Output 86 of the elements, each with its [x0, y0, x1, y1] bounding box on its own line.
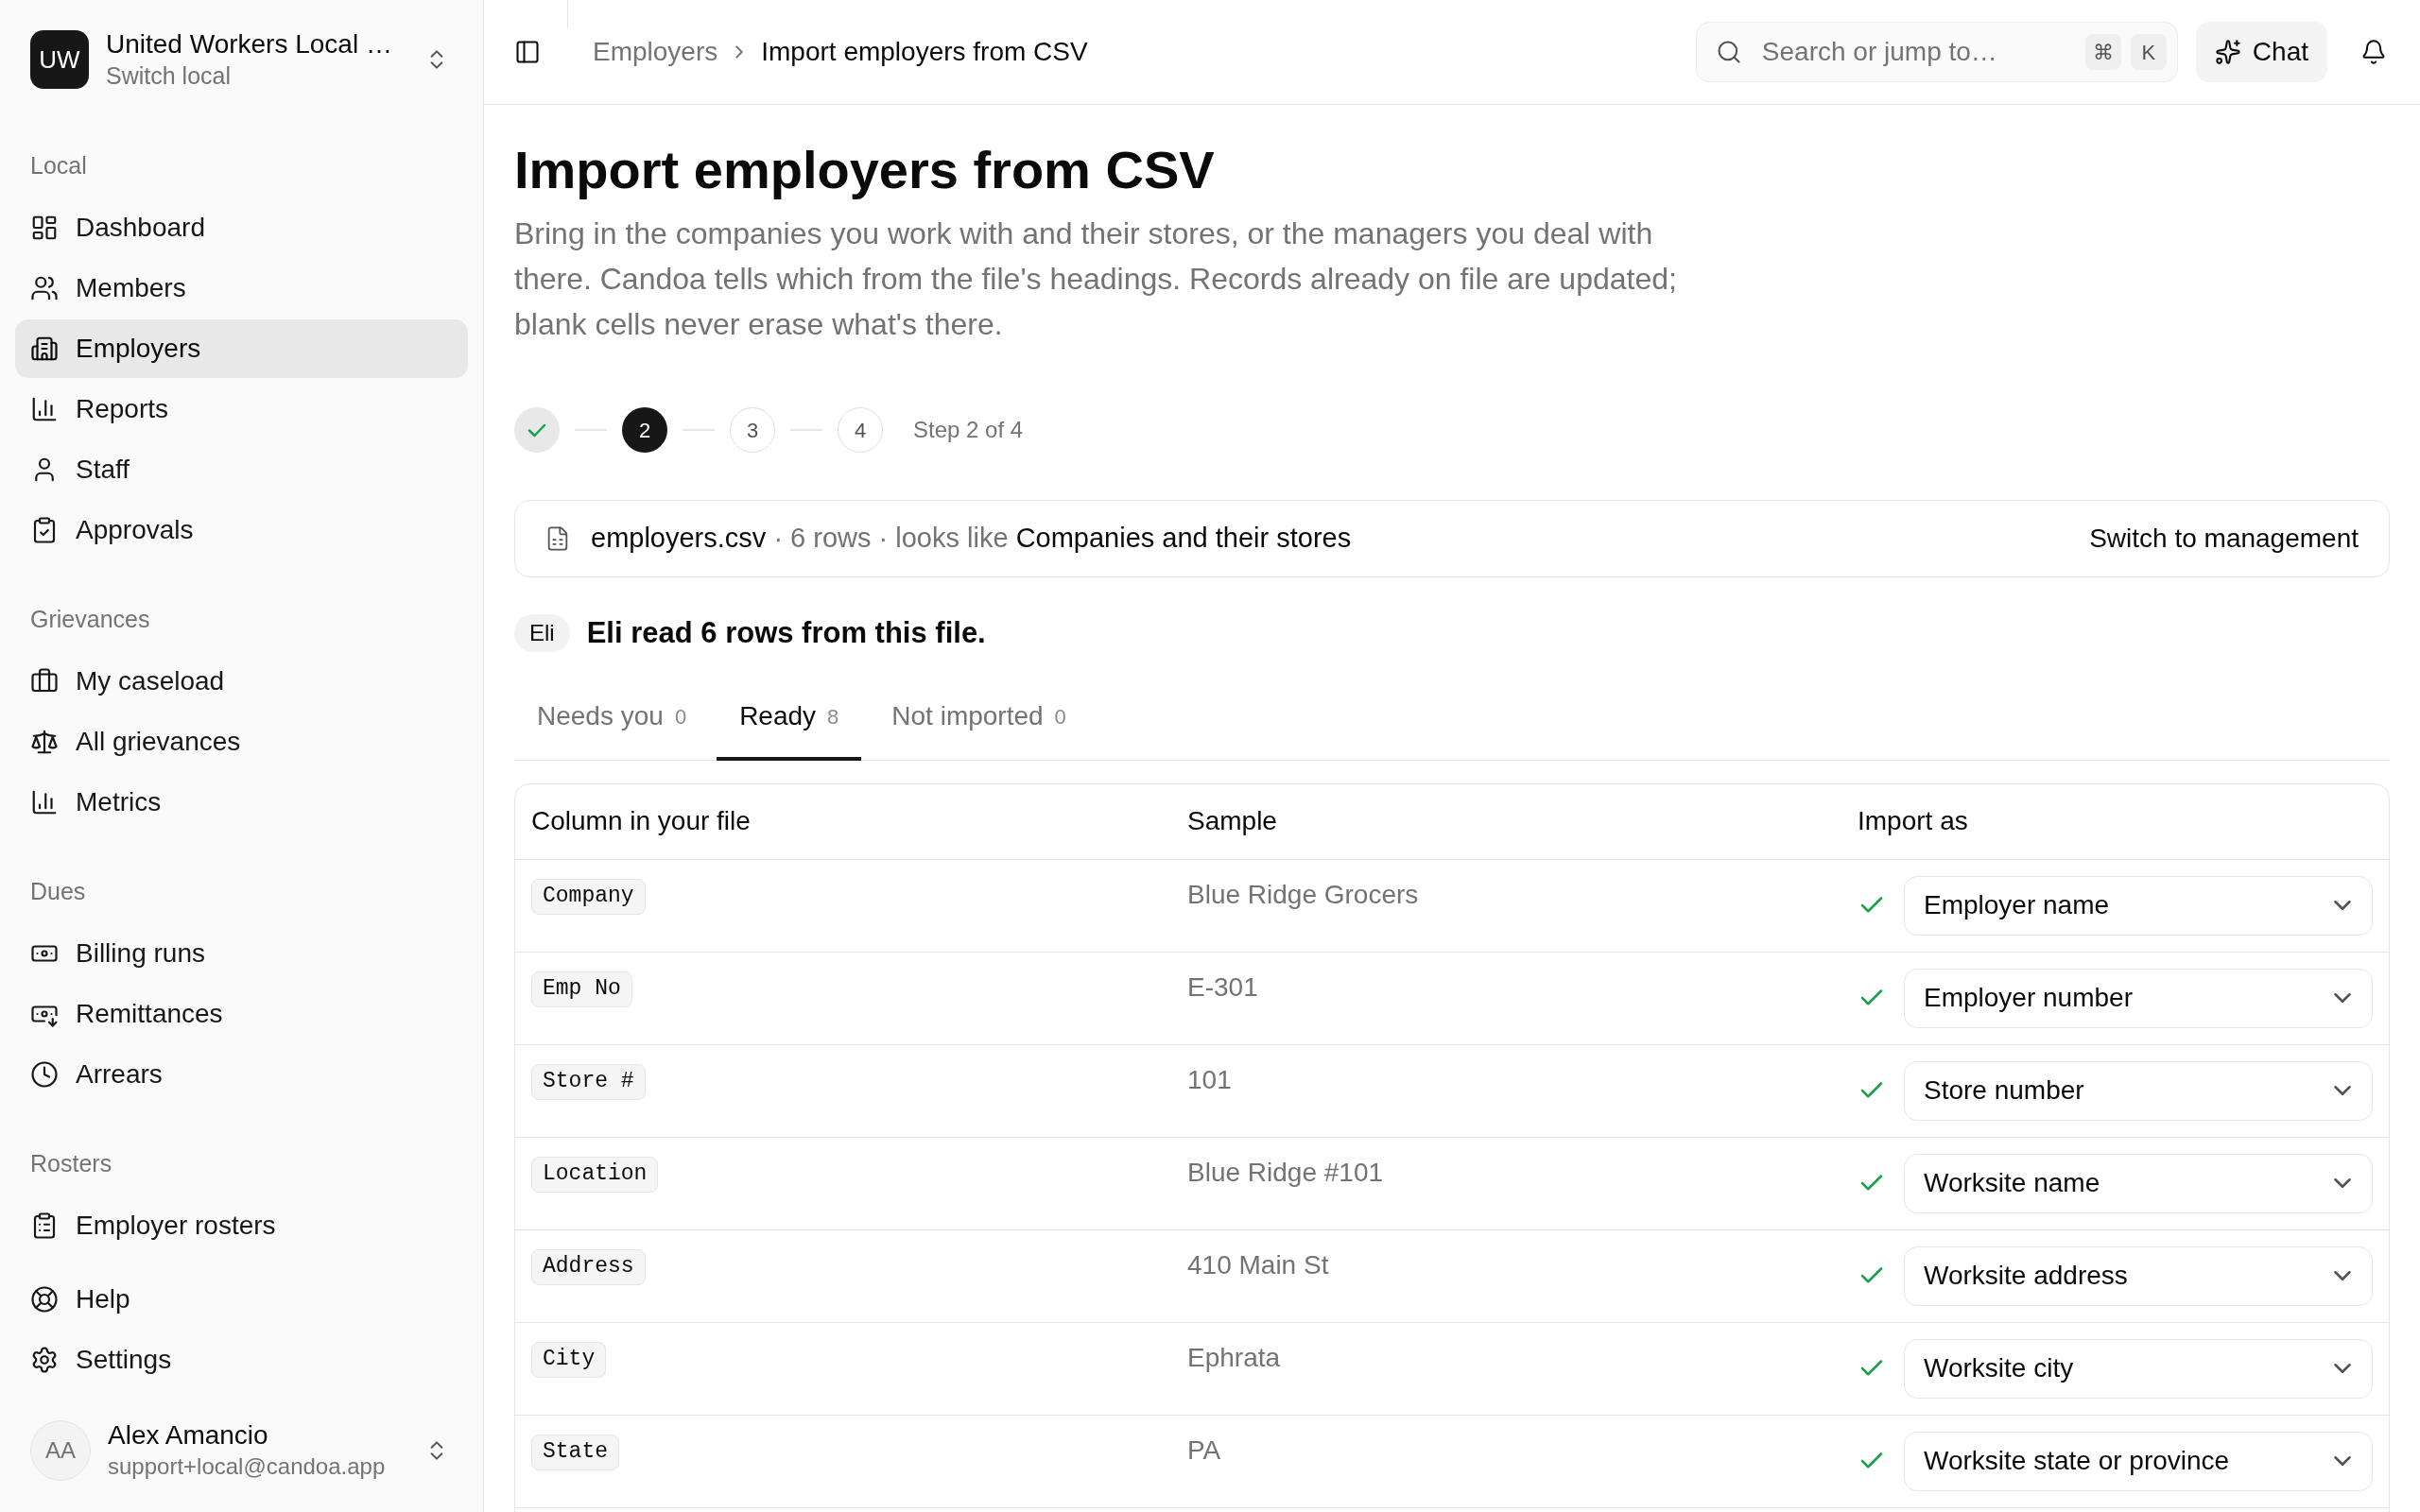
file-column-tag: State	[531, 1434, 619, 1470]
file-column-tag: Company	[531, 878, 646, 915]
sample-value: E-301	[1187, 971, 1258, 1002]
section-label: Dues	[29, 877, 87, 907]
field-select[interactable]: Worksite address	[1904, 1246, 2373, 1306]
sample-value: 101	[1187, 1064, 1232, 1094]
chevron-down-icon	[2334, 1178, 2351, 1188]
file-column-tag: Store #	[531, 1063, 646, 1100]
grid-icon	[30, 214, 59, 242]
page-title: Import employers from CSV	[514, 139, 1216, 201]
file-column-tag: Emp No	[531, 971, 632, 1007]
tab[interactable]: Needs you 0	[514, 676, 710, 761]
field-select[interactable]: Employer number	[1904, 968, 2373, 1028]
step-number: 3	[730, 407, 775, 453]
breadcrumb-current: Import employers from CSV	[761, 36, 1088, 68]
panel-left-icon[interactable]	[514, 39, 541, 65]
sample-value: PA	[1187, 1435, 1221, 1465]
chat-button[interactable]: Chat	[2195, 22, 2327, 82]
sidebar-item[interactable]: Metrics	[15, 773, 468, 832]
workspace-logo: UW	[30, 30, 89, 89]
building-icon	[30, 335, 59, 363]
chevron-down-icon	[2334, 901, 2351, 910]
sample-value: Blue Ridge #101	[1187, 1157, 1384, 1187]
sidebar-item[interactable]: Employers	[15, 319, 468, 378]
sidebar-item[interactable]: Billing runs	[15, 924, 468, 983]
assistant-badge: Eli	[514, 614, 570, 653]
step-caption: Step 2 of 4	[913, 416, 1024, 444]
chevron-down-icon	[2334, 1364, 2351, 1373]
user-name: Alex Amancio	[108, 1419, 269, 1452]
field-select[interactable]: Worksite name	[1904, 1153, 2373, 1213]
clock-icon	[30, 1060, 59, 1089]
sidebar-item[interactable]: Staff	[15, 440, 468, 499]
lifebuoy-icon	[30, 1285, 59, 1314]
field-select[interactable]: Worksite city	[1904, 1338, 2373, 1399]
page-description: Bring in the companies you work with and their stores, or the managers you deal with there. Candoa tells which from the file's headings. Records already on file are updated; blank cells never erase what's there.	[514, 215, 1678, 343]
field-select[interactable]: Worksite state or province	[1904, 1431, 2373, 1491]
sidebar-item[interactable]: Settings	[15, 1331, 468, 1389]
tab[interactable]: Not imported 0	[869, 676, 1089, 761]
user-avatar: AA	[30, 1420, 91, 1481]
breadcrumb-link[interactable]: Employers	[593, 32, 718, 72]
sample-value: 410 Main St	[1187, 1249, 1329, 1280]
bell-icon[interactable]	[2360, 39, 2387, 65]
chevron-down-icon	[2334, 1086, 2351, 1095]
settings-icon	[30, 1346, 59, 1374]
shortcut-key: ⌘	[2084, 34, 2121, 70]
workspace-name: United Workers Local …	[106, 28, 392, 60]
file-summary-text: employers.csv · 6 rows · looks like Companies and their stores	[591, 522, 1352, 556]
column-header: Import as	[1858, 806, 1968, 835]
step-number: 4	[838, 407, 883, 453]
sidebar-item[interactable]: Reports	[15, 380, 468, 438]
field-select[interactable]: Employer name	[1904, 875, 2373, 936]
chevron-down-icon	[2334, 1271, 2351, 1280]
switch-mode-button[interactable]: Switch to management	[2089, 519, 2359, 558]
workspace-subtitle: Switch local	[106, 61, 232, 91]
bar-chart-icon	[30, 788, 59, 816]
tab[interactable]: Ready 8	[717, 676, 862, 761]
sidebar-item[interactable]: All grievances	[15, 713, 468, 771]
sidebar-item[interactable]: My caseload	[15, 652, 468, 711]
sidebar-item[interactable]: Arrears	[15, 1045, 468, 1104]
scales-icon	[30, 728, 59, 756]
bar-chart-icon	[30, 395, 59, 423]
people-icon	[30, 274, 59, 302]
step-number: 2	[622, 407, 667, 453]
sample-value: Blue Ridge Grocers	[1187, 879, 1419, 909]
field-select[interactable]: Store number	[1904, 1060, 2373, 1121]
file-column-tag: Location	[531, 1156, 659, 1193]
sidebar-item[interactable]: Remittances	[15, 985, 468, 1043]
chevron-down-icon	[2334, 1456, 2351, 1466]
sidebar-item[interactable]: Help	[15, 1270, 468, 1329]
file-column-tag: City	[531, 1341, 607, 1378]
section-label: Local	[29, 151, 88, 181]
sidebar-item[interactable]: Employer rosters	[15, 1196, 468, 1255]
sidebar-item[interactable]: Members	[15, 259, 468, 318]
user-email: support+local@candoa.app	[108, 1452, 386, 1481]
sparkles-icon	[2214, 39, 2241, 65]
section-label: Rosters	[29, 1149, 113, 1179]
section-label: Grievances	[29, 605, 151, 635]
file-column-tag: Address	[531, 1248, 646, 1285]
shortcut-key: K	[2130, 34, 2167, 70]
assistant-message: Eli read 6 rows from this file.	[586, 615, 986, 651]
chevron-down-icon	[2334, 993, 2351, 1003]
column-header: Column in your file	[531, 806, 751, 835]
sidebar-item[interactable]: Approvals	[15, 501, 468, 559]
sample-value: Ephrata	[1187, 1342, 1281, 1372]
sidebar-item[interactable]: Dashboard	[15, 198, 468, 257]
column-header: Sample	[1187, 806, 1277, 835]
